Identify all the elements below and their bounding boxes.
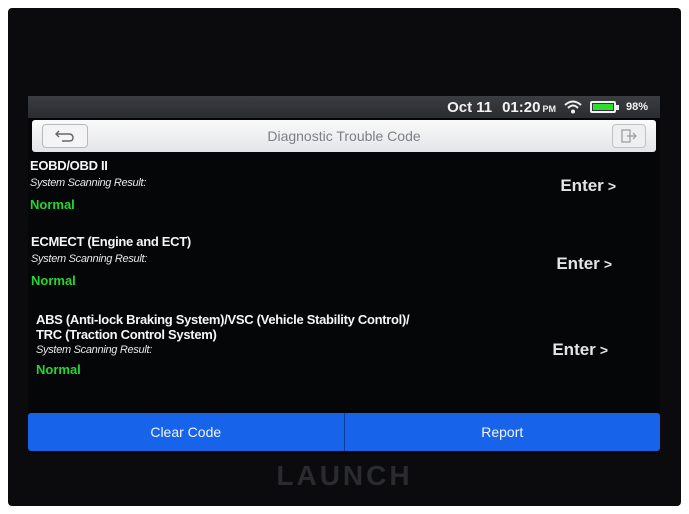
status-date: Oct 11 [447, 98, 493, 116]
list-item: ECMECT (Engine and ECT) System Scanning … [28, 234, 660, 312]
list-item: ABS (Anti-lock Braking System)/VSC (Vehi… [28, 312, 660, 392]
back-arrow-icon [55, 130, 74, 142]
battery-fill [592, 104, 613, 110]
page-title: Diagnostic Trouble Code [267, 128, 421, 144]
status-badge: Normal [31, 273, 76, 288]
battery-percent: 98% [625, 101, 648, 113]
back-button[interactable] [42, 124, 88, 148]
scan-results-list: EOBD/OBD II System Scanning Result: Norm… [28, 158, 660, 394]
system-name: ECMECT (Engine and ECT) [31, 234, 191, 249]
device-frame: Oct 11 01:20 PM 98% Diagnostic Trouble C… [8, 8, 681, 506]
battery-icon [589, 101, 619, 113]
wifi-icon [564, 100, 582, 114]
status-time: 01:20 PM [502, 99, 556, 116]
list-item: EOBD/OBD II System Scanning Result: Norm… [28, 158, 660, 236]
report-button[interactable]: Report [345, 413, 661, 451]
chevron-right-icon: > [607, 178, 616, 194]
status-bar: Oct 11 01:20 PM 98% [28, 96, 660, 118]
exit-button[interactable] [612, 124, 646, 148]
status-badge: Normal [30, 197, 75, 212]
enter-button[interactable]: Enter > [556, 254, 612, 274]
exit-icon [621, 129, 637, 143]
chevron-right-icon: > [603, 256, 612, 272]
title-bar: Diagnostic Trouble Code [32, 120, 656, 152]
clear-code-button[interactable]: Clear Code [28, 413, 344, 451]
system-name: EOBD/OBD II [30, 158, 108, 173]
status-badge: Normal [36, 362, 81, 377]
action-bar: Clear Code Report [28, 413, 660, 451]
system-name: ABS (Anti-lock Braking System)/VSC (Vehi… [36, 312, 410, 327]
enter-button[interactable]: Enter > [552, 340, 608, 360]
brand-logo: LAUNCH [276, 460, 413, 491]
chevron-right-icon: > [599, 342, 608, 358]
status-meridiem: PM [542, 103, 556, 114]
enter-button[interactable]: Enter > [560, 176, 616, 196]
status-time-value: 01:20 [502, 98, 541, 116]
enter-label: Enter [556, 254, 600, 273]
enter-label: Enter [552, 340, 596, 359]
enter-label: Enter [560, 176, 604, 195]
screen: Oct 11 01:20 PM 98% Diagnostic Trouble C… [28, 96, 660, 454]
